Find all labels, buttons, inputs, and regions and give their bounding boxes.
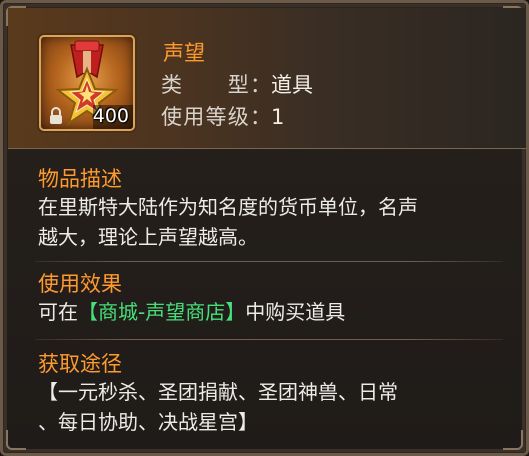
source-line-2: 、每日协助、决战星宫】	[38, 410, 258, 434]
effect-prefix: 可在	[38, 300, 78, 324]
source-title: 获取途径	[38, 352, 122, 376]
effect-text: 可在【商城-声望商店】中购买道具	[38, 297, 508, 327]
effect-title: 使用效果	[38, 272, 122, 296]
section-divider	[35, 261, 503, 262]
item-quantity: 400	[92, 105, 129, 127]
item-name: 声望	[163, 41, 205, 65]
item-tooltip-panel: 400 声望 类 型：道具 使用等级：1 物品描述 在里斯特大陆作为知名度的货币…	[0, 0, 529, 456]
description-title: 物品描述	[38, 167, 122, 191]
description-section: 物品描述 在里斯特大陆作为知名度的货币单位，名声 越大，理论上声望越高。	[38, 166, 508, 252]
source-section: 获取途径 【一元秒杀、圣团捐献、圣团神兽、日常 、每日协助、决战星宫】	[38, 351, 508, 437]
item-type-value: 道具	[271, 73, 313, 97]
item-type-label: 类 型：	[161, 73, 271, 97]
description-line-2: 越大，理论上声望越高。	[38, 225, 258, 249]
description-line-1: 在里斯特大陆作为知名度的货币单位，名声	[38, 195, 418, 219]
item-level-value: 1	[271, 105, 285, 129]
item-icon-slot[interactable]: 400	[39, 35, 135, 131]
item-type-row: 类 型：道具	[161, 69, 313, 99]
lock-icon	[50, 107, 62, 124]
corner-ornament	[6, 430, 26, 450]
source-line-1: 【一元秒杀、圣团捐献、圣团神兽、日常	[38, 380, 398, 404]
shop-link[interactable]: 【商城-声望商店】	[78, 300, 245, 324]
effect-section: 使用效果 可在【商城-声望商店】中购买道具	[38, 271, 508, 327]
item-level-row: 使用等级：1	[161, 101, 284, 131]
item-level-label: 使用等级：	[161, 105, 271, 129]
effect-suffix: 中购买道具	[245, 300, 346, 324]
section-divider	[35, 339, 503, 340]
